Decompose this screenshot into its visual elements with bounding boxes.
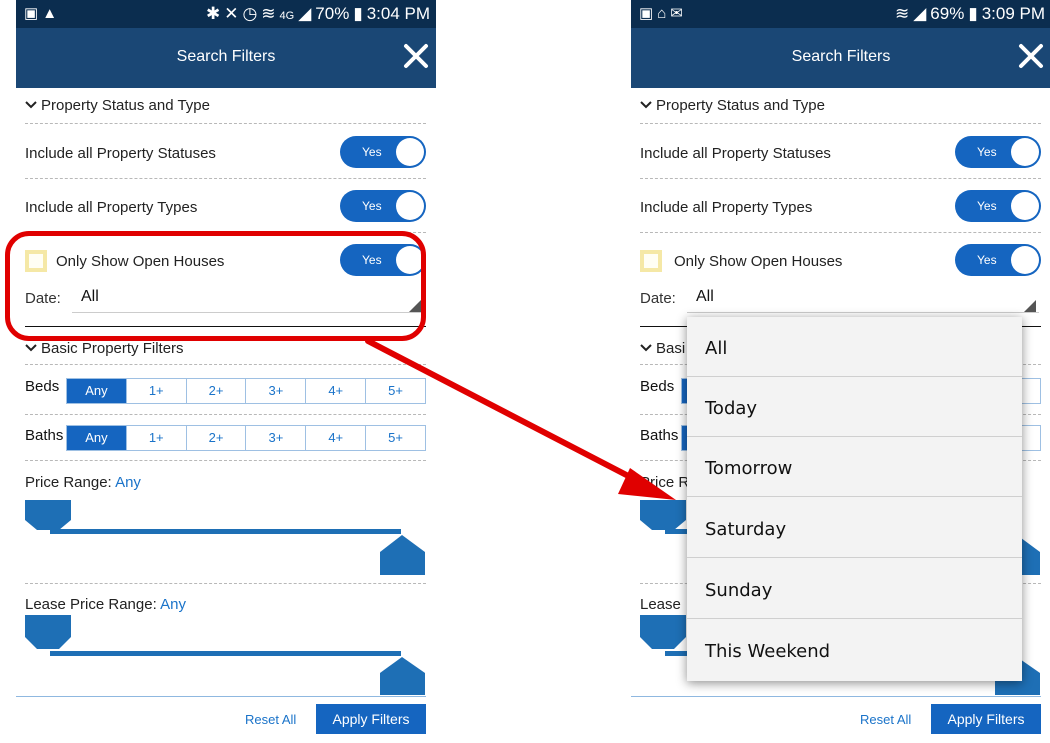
annotation-arrow <box>365 338 676 500</box>
